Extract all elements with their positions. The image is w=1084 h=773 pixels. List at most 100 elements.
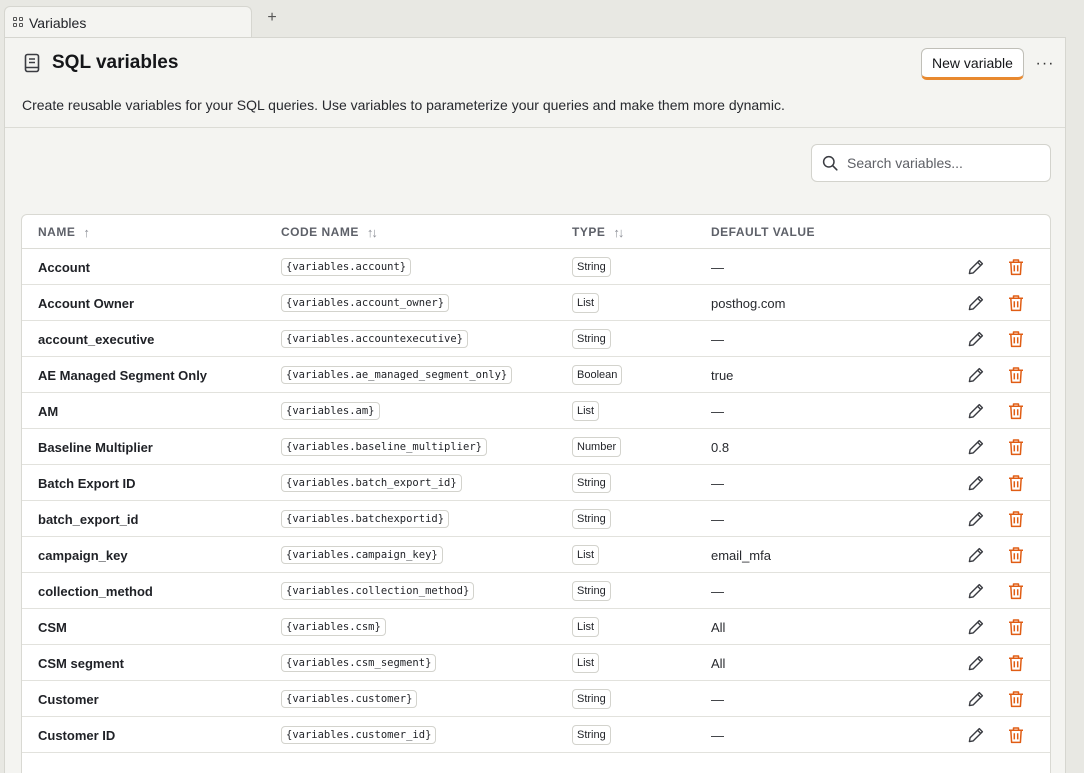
trash-icon [1009, 259, 1023, 276]
trash-icon [1009, 367, 1023, 384]
delete-button[interactable] [1007, 645, 1025, 681]
delete-button[interactable] [1007, 393, 1025, 429]
type-badge: String [572, 689, 611, 709]
table-row[interactable]: CSM segment {variables.csm_segment} List Al… [22, 645, 1050, 681]
new-variable-button[interactable]: New variable [921, 48, 1024, 80]
delete-button[interactable] [1007, 285, 1025, 321]
column-type-label: TYPE [572, 225, 606, 239]
variable-name: Baseline Multiplier [38, 439, 153, 455]
pencil-icon [968, 331, 984, 347]
type-badge: String [572, 329, 611, 349]
code-name-chip: {variables.csm_segment} [281, 654, 437, 672]
variable-name: Account [38, 259, 90, 275]
more-options-button[interactable]: ··· [1033, 52, 1057, 76]
delete-button[interactable] [1007, 249, 1025, 285]
trash-icon [1009, 511, 1023, 528]
delete-button[interactable] [1007, 501, 1025, 537]
table-body: Account {variables.account} String — Accoun… [22, 249, 1050, 753]
trash-icon [1009, 691, 1023, 708]
edit-button[interactable] [966, 501, 986, 537]
type-badge: Number [572, 437, 622, 457]
search-input[interactable] [847, 155, 1037, 171]
default-value: posthog.com [711, 295, 786, 311]
default-value: All [711, 619, 726, 635]
delete-button[interactable] [1007, 429, 1025, 465]
page-title: SQL variables [52, 52, 179, 73]
edit-button[interactable] [966, 609, 986, 645]
pencil-icon [968, 259, 984, 275]
table-row[interactable]: batch_export_id {variables.batchexportid}… [22, 501, 1050, 537]
pencil-icon [968, 655, 984, 671]
type-badge: List [572, 545, 600, 565]
code-name-chip: {variables.account_owner} [281, 294, 450, 312]
code-name-chip: {variables.accountexecutive} [281, 330, 469, 348]
column-default-label: DEFAULT VALUE [711, 225, 816, 239]
delete-button[interactable] [1007, 357, 1025, 393]
type-badge: Boolean [572, 365, 623, 385]
variable-name: Customer ID [38, 727, 116, 743]
default-value: — [711, 691, 724, 707]
column-code-label: CODE NAME [281, 225, 359, 239]
trash-icon [1009, 547, 1023, 564]
variable-name: batch_export_id [38, 511, 139, 527]
edit-button[interactable] [966, 645, 986, 681]
column-header-name[interactable]: NAME ↑ [38, 215, 90, 249]
pencil-icon [968, 619, 984, 635]
sort-ascending-icon: ↑ [83, 224, 89, 240]
code-name-chip: {variables.customer} [281, 690, 418, 708]
edit-button[interactable] [966, 681, 986, 717]
edit-button[interactable] [966, 573, 986, 609]
table-row[interactable]: Account Owner {variables.account_owner} Li… [22, 285, 1050, 321]
edit-button[interactable] [966, 465, 986, 501]
table-row[interactable]: CSM {variables.csm} List All [22, 609, 1050, 645]
pencil-icon [968, 727, 984, 743]
delete-button[interactable] [1007, 717, 1025, 753]
edit-button[interactable] [966, 321, 986, 357]
table-row[interactable]: account_executive {variables.accountexecu… [22, 321, 1050, 357]
edit-button[interactable] [966, 249, 986, 285]
table-row[interactable]: Customer ID {variables.customer_id} String… [22, 717, 1050, 753]
edit-button[interactable] [966, 537, 986, 573]
type-badge: List [572, 617, 600, 637]
tab-variables[interactable]: Variables [4, 6, 252, 38]
table-row[interactable]: AE Managed Segment Only {variables.ae_man… [22, 357, 1050, 393]
delete-button[interactable] [1007, 321, 1025, 357]
edit-button[interactable] [966, 357, 986, 393]
table-row[interactable]: campaign_key {variables.campaign_key} List… [22, 537, 1050, 573]
variable-name: CSM segment [38, 655, 124, 671]
table-header: NAME ↑ CODE NAME ↑↓ TYPE ↑↓ DEFAULT VALU… [22, 215, 1050, 249]
table-row[interactable]: Account {variables.account} String — [22, 249, 1050, 285]
pencil-icon [968, 439, 984, 455]
column-header-type[interactable]: TYPE ↑↓ [572, 215, 624, 249]
table-row[interactable]: AM {variables.am} List — [22, 393, 1050, 429]
default-value: — [711, 583, 724, 599]
delete-button[interactable] [1007, 537, 1025, 573]
table-row[interactable]: collection_method {variables.collection_m… [22, 573, 1050, 609]
edit-button[interactable] [966, 717, 986, 753]
type-badge: String [572, 581, 611, 601]
trash-icon [1009, 583, 1023, 600]
edit-button[interactable] [966, 393, 986, 429]
variable-name: account_executive [38, 331, 155, 347]
delete-button[interactable] [1007, 609, 1025, 645]
add-tab-button[interactable]: + [262, 8, 282, 28]
pencil-icon [968, 583, 984, 599]
code-name-chip: {variables.batchexportid} [281, 510, 450, 528]
trash-icon [1009, 619, 1023, 636]
type-badge: String [572, 725, 611, 745]
delete-button[interactable] [1007, 573, 1025, 609]
table-row[interactable]: Baseline Multiplier {variables.baseline_m… [22, 429, 1050, 465]
code-name-chip: {variables.baseline_multiplier} [281, 438, 487, 456]
pencil-icon [968, 475, 984, 491]
default-value: — [711, 727, 724, 743]
search-box[interactable] [811, 144, 1051, 182]
variable-name: Account Owner [38, 295, 135, 311]
pencil-icon [968, 403, 984, 419]
table-row[interactable]: Customer {variables.customer} String — [22, 681, 1050, 717]
column-header-code-name[interactable]: CODE NAME ↑↓ [281, 215, 378, 249]
table-row[interactable]: Batch Export ID {variables.batch_export_i… [22, 465, 1050, 501]
edit-button[interactable] [966, 285, 986, 321]
delete-button[interactable] [1007, 465, 1025, 501]
delete-button[interactable] [1007, 681, 1025, 717]
edit-button[interactable] [966, 429, 986, 465]
